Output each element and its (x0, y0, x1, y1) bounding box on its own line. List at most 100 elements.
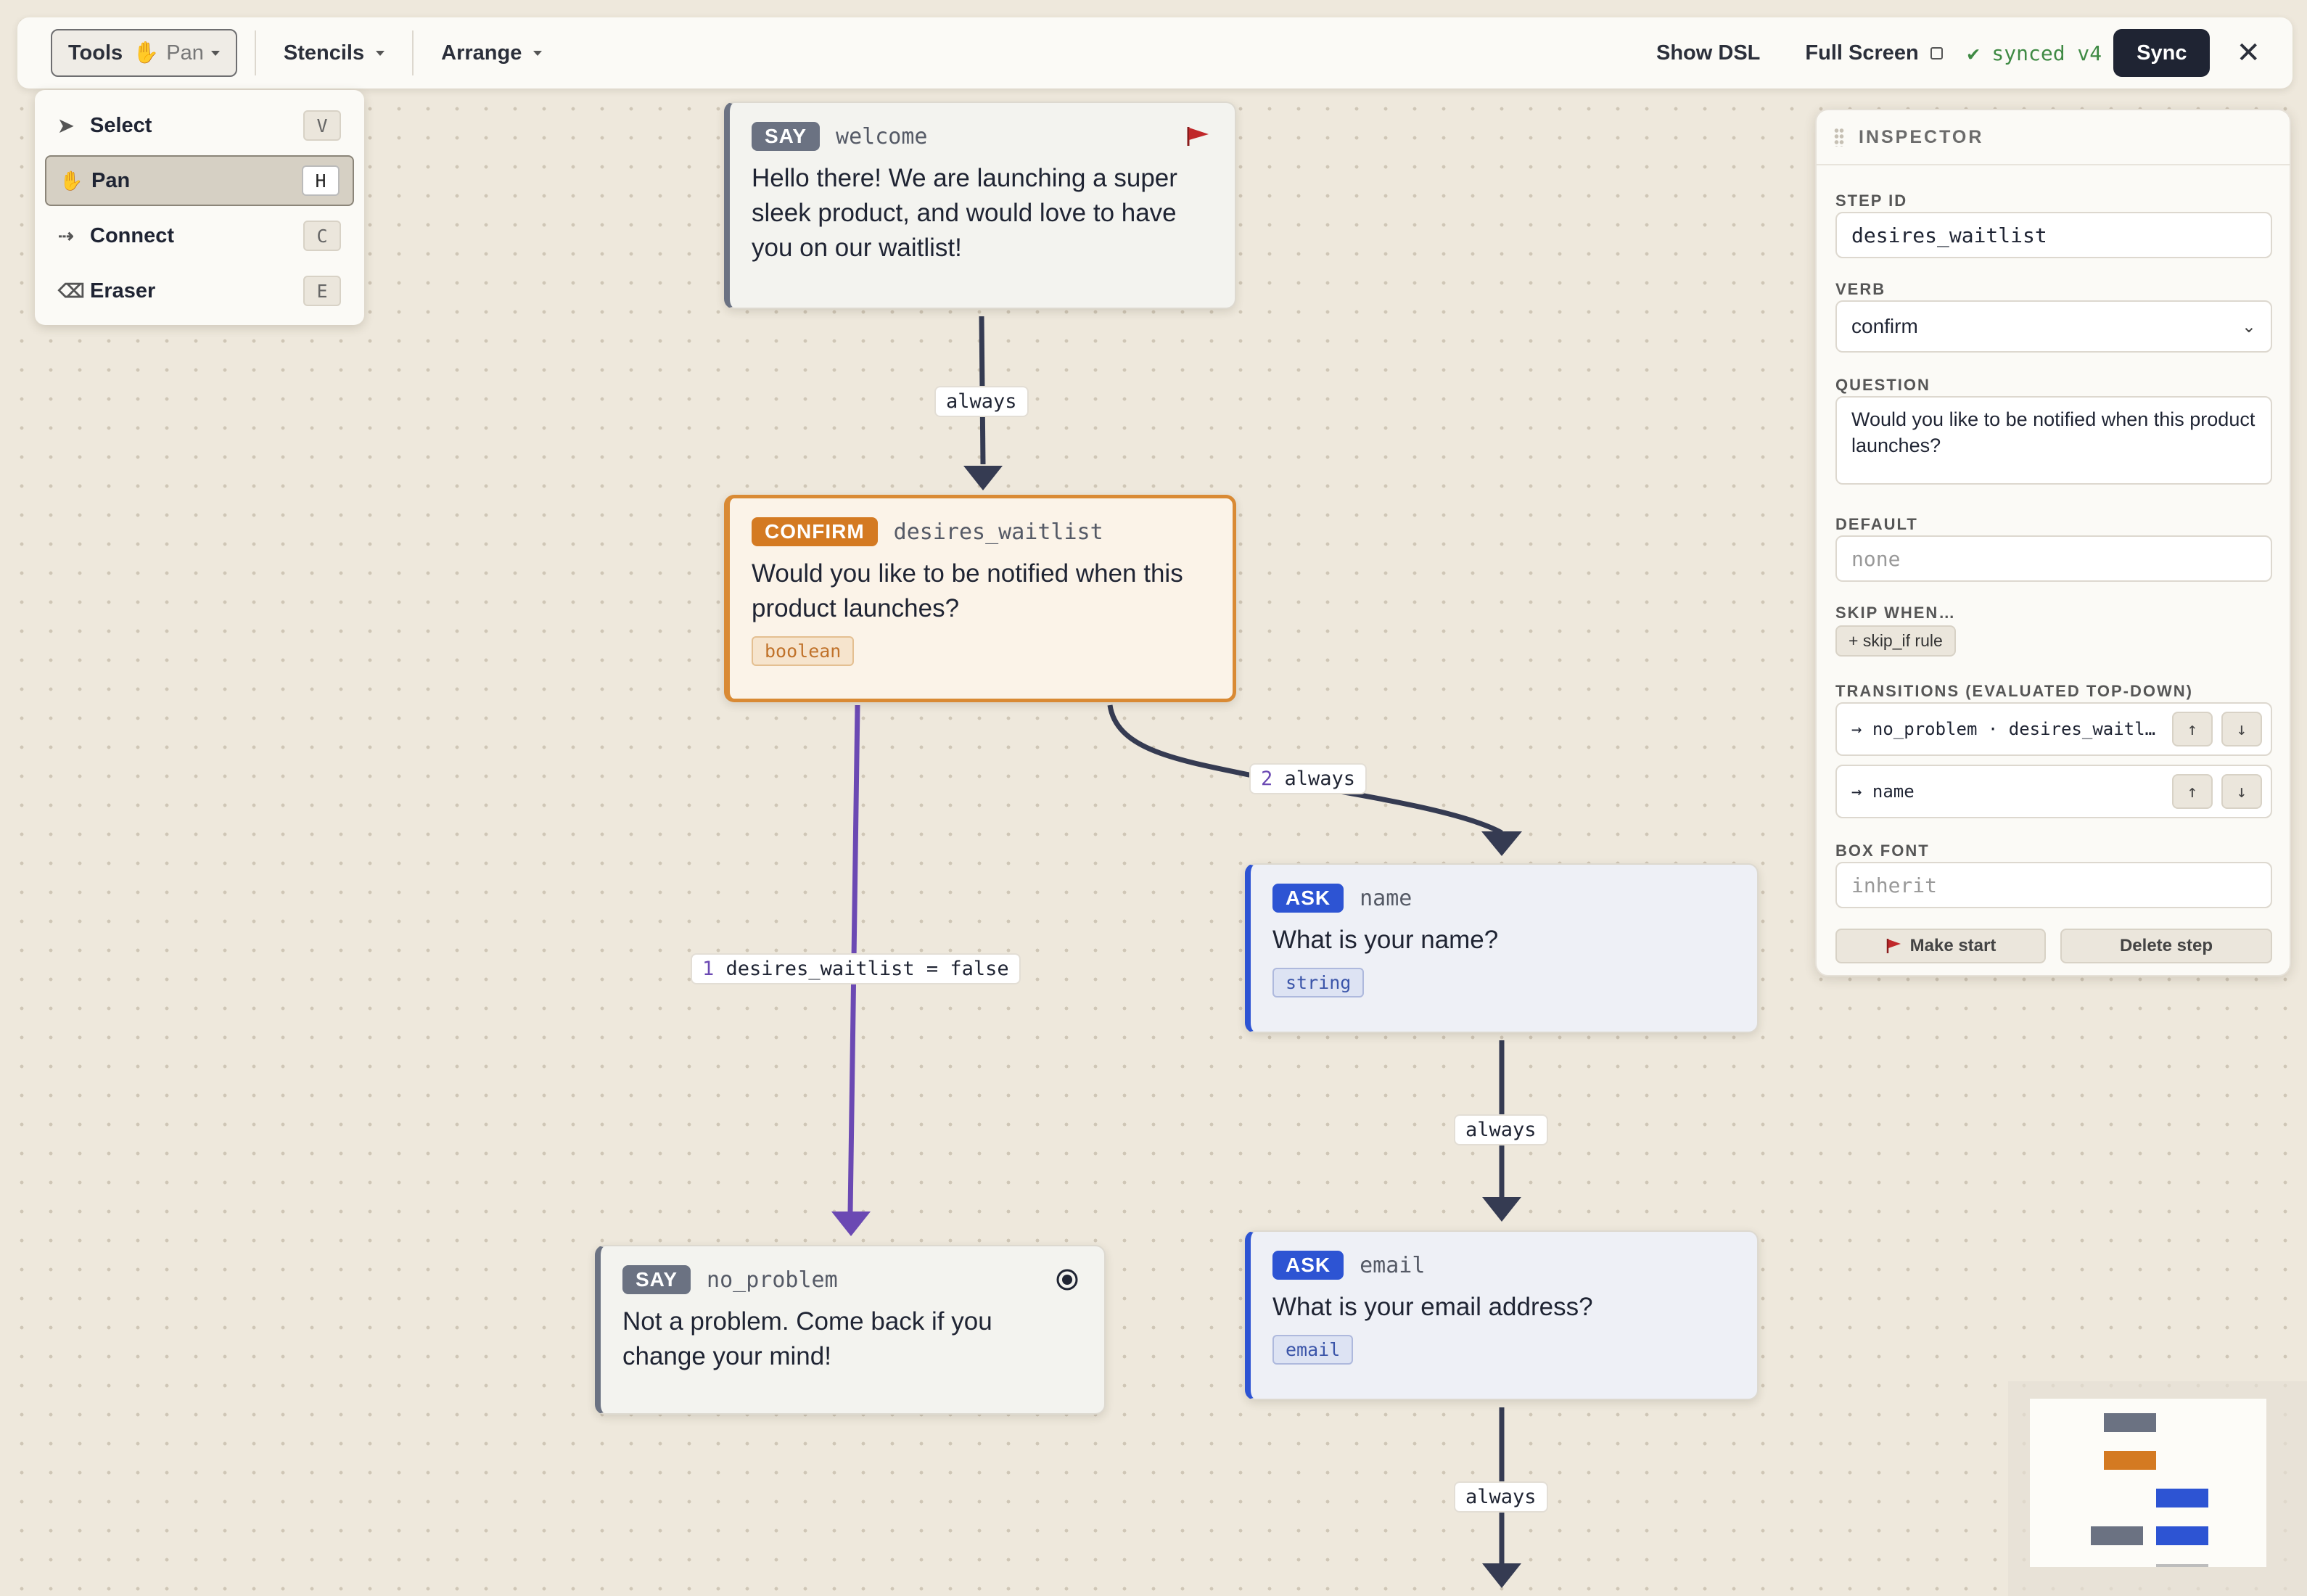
end-radio-icon (1056, 1269, 1078, 1291)
verb-select-value: confirm (1851, 315, 1918, 337)
default-label: DEFAULT (1835, 515, 1918, 533)
edge-label-condition[interactable]: 1 desires_waitlist = false (691, 953, 1021, 984)
edge-label-always-2[interactable]: 2 always (1249, 763, 1368, 794)
full-screen-label: Full Screen (1805, 41, 1919, 65)
node-no-problem[interactable]: SAY no_problem Not a problem. Come back … (595, 1245, 1106, 1415)
show-dsl-button[interactable]: Show DSL (1656, 41, 1760, 65)
edge-label-text: always (1284, 768, 1356, 790)
move-down-button[interactable]: ↓ (2221, 774, 2262, 809)
node-text: Not a problem. Come back if you change y… (622, 1307, 992, 1370)
verb-badge: CONFIRM (752, 517, 878, 546)
eraser-icon: ⌫ (58, 279, 85, 302)
shortcut-key: V (303, 110, 341, 141)
transition-text: → no_problem · desires_waitlist = false (1851, 719, 2163, 739)
transitions-label: TRANSITIONS (EVALUATED TOP-DOWN) (1835, 682, 2193, 700)
stencils-menu[interactable]: Stencils (274, 41, 395, 65)
top-toolbar: Tools ✋ Pan Stencils Arrange Show DSL Fu… (17, 17, 2292, 89)
minimap-node (2104, 1413, 2156, 1432)
inspector-header[interactable]: INSPECTOR (1817, 110, 2290, 165)
tool-label: Connect (90, 223, 174, 247)
edge-label-text: always (1465, 1486, 1537, 1508)
move-up-button[interactable]: ↑ (2172, 712, 2213, 746)
edge-label-always-4[interactable]: always (1454, 1481, 1548, 1513)
tools-dropdown-button[interactable]: Tools ✋ Pan (51, 29, 237, 77)
tools-label: Tools (68, 41, 123, 65)
move-up-button[interactable]: ↑ (2172, 774, 2213, 809)
move-down-button[interactable]: ↓ (2221, 712, 2262, 746)
step-id: name (1360, 885, 1412, 911)
tool-select[interactable]: ➤ Select V (45, 100, 354, 151)
node-name[interactable]: ASK name What is your name? string (1245, 863, 1759, 1033)
minimap-node (2091, 1526, 2143, 1545)
chevron-down-icon (376, 50, 385, 56)
step-id: desires_waitlist (893, 519, 1103, 545)
sync-status: ✔ synced v4 (1967, 41, 2102, 65)
step-id: email (1360, 1252, 1426, 1278)
start-flag-icon (1187, 127, 1209, 146)
arrange-label: Arrange (441, 41, 522, 65)
type-tag: boolean (752, 636, 855, 666)
question-label: QUESTION (1835, 376, 1930, 394)
chevron-down-icon (533, 50, 543, 56)
verb-select[interactable]: confirm ⌄ (1835, 300, 2272, 353)
edge-label-text: always (946, 390, 1017, 413)
node-welcome[interactable]: SAY welcome Hello there! We are launchin… (724, 102, 1236, 309)
tool-label: Pan (91, 168, 131, 192)
edge-priority-number: 2 (1261, 768, 1273, 790)
full-screen-icon (1930, 46, 1943, 59)
tools-menu: ➤ Select V ✋ Pan H ⇢ Connect C ⌫ Eraser … (35, 90, 364, 325)
shortcut-key: E (303, 276, 341, 306)
box-font-label: BOX FONT (1835, 842, 1930, 860)
chevron-down-icon (210, 50, 220, 56)
step-id: no_problem (707, 1267, 838, 1293)
toolbar-divider (412, 30, 414, 75)
node-desires-waitlist[interactable]: CONFIRM desires_waitlist Would you like … (724, 495, 1236, 702)
node-text: What is your email address? (1272, 1293, 1593, 1321)
hand-icon: ✋ (133, 41, 160, 65)
delete-step-button[interactable]: Delete step (2060, 929, 2272, 963)
transition-row[interactable]: → name ↑ ↓ (1835, 765, 2272, 818)
skip-when-label: SKIP WHEN… (1835, 604, 1957, 622)
delete-step-label: Delete step (2119, 936, 2213, 955)
minimap-node (2156, 1564, 2208, 1567)
minimap-viewport (2030, 1399, 2266, 1567)
type-tag: string (1272, 968, 1365, 998)
minimap-node (2156, 1489, 2208, 1507)
tools-current-label: Pan (166, 41, 204, 65)
minimap-node (2104, 1451, 2156, 1470)
drag-handle-icon[interactable] (1834, 128, 1844, 147)
inspector-title: INSPECTOR (1859, 126, 1984, 147)
minimap[interactable] (2008, 1381, 2307, 1596)
tool-connect[interactable]: ⇢ Connect C (45, 210, 354, 261)
tool-eraser[interactable]: ⌫ Eraser E (45, 266, 354, 316)
node-text: What is your name? (1272, 926, 1499, 954)
close-icon[interactable]: ✕ (2236, 36, 2261, 70)
type-tag: email (1272, 1335, 1354, 1365)
tool-label: Select (90, 113, 152, 137)
verb-badge: ASK (1272, 1251, 1344, 1280)
transition-row[interactable]: → no_problem · desires_waitlist = false … (1835, 702, 2272, 756)
add-skip-rule-button[interactable]: + skip_if rule (1835, 625, 1956, 657)
edge-priority-number: 1 (702, 958, 715, 980)
connect-icon: ⇢ (58, 224, 74, 247)
question-textarea[interactable]: Would you like to be notified when this … (1835, 396, 2272, 485)
sync-button[interactable]: Sync (2113, 29, 2211, 77)
shortcut-key: H (302, 165, 340, 196)
step-id-label: STEP ID (1835, 192, 1908, 210)
arrange-menu[interactable]: Arrange (431, 41, 552, 65)
inspector-panel: INSPECTOR STEP ID desires_waitlist VERB … (1815, 109, 2291, 976)
step-id: welcome (836, 123, 928, 149)
default-field[interactable]: none (1835, 535, 2272, 582)
edge-label-always[interactable]: always (934, 386, 1029, 417)
toolbar-divider (254, 30, 256, 75)
make-start-button[interactable]: Make start (1835, 929, 2046, 963)
node-email[interactable]: ASK email What is your email address? em… (1245, 1230, 1759, 1400)
start-flag-icon (1886, 939, 1901, 953)
edge-label-text: always (1465, 1119, 1537, 1141)
verb-badge: SAY (622, 1265, 691, 1294)
full-screen-button[interactable]: Full Screen (1805, 41, 1943, 65)
box-font-field[interactable]: inherit (1835, 862, 2272, 908)
edge-label-always-3[interactable]: always (1454, 1114, 1548, 1145)
tool-pan[interactable]: ✋ Pan H (45, 155, 354, 206)
step-id-field[interactable]: desires_waitlist (1835, 212, 2272, 258)
